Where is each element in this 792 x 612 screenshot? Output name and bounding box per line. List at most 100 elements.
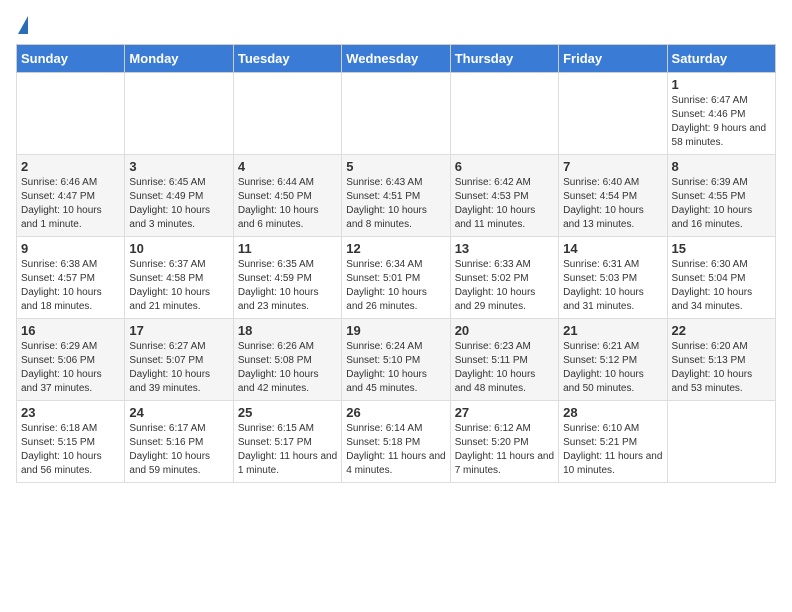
- day-info: Sunrise: 6:31 AM Sunset: 5:03 PM Dayligh…: [563, 258, 662, 314]
- calendar-day-cell: 13 Sunrise: 6:33 AM Sunset: 5:02 PM Dayli…: [450, 237, 558, 319]
- day-info: Sunrise: 6:42 AM Sunset: 4:53 PM Dayligh…: [455, 176, 554, 232]
- logo-triangle-icon: [18, 16, 28, 34]
- calendar-week-row: 16 Sunrise: 6:29 AM Sunset: 5:06 PM Dayli…: [17, 319, 776, 401]
- day-info: Sunrise: 6:47 AM Sunset: 4:46 PM Dayligh…: [672, 94, 771, 150]
- day-info: Sunrise: 6:17 AM Sunset: 5:16 PM Dayligh…: [129, 422, 228, 478]
- day-number: 10: [129, 241, 228, 256]
- day-info: Sunrise: 6:40 AM Sunset: 4:54 PM Dayligh…: [563, 176, 662, 232]
- day-info: Sunrise: 6:38 AM Sunset: 4:57 PM Dayligh…: [21, 258, 120, 314]
- day-number: 16: [21, 323, 120, 338]
- day-info: Sunrise: 6:35 AM Sunset: 4:59 PM Dayligh…: [238, 258, 337, 314]
- calendar-day-cell: 18 Sunrise: 6:26 AM Sunset: 5:08 PM Dayli…: [233, 319, 341, 401]
- day-number: 18: [238, 323, 337, 338]
- calendar-day-header: Friday: [559, 45, 667, 73]
- day-info: Sunrise: 6:26 AM Sunset: 5:08 PM Dayligh…: [238, 340, 337, 396]
- day-info: Sunrise: 6:33 AM Sunset: 5:02 PM Dayligh…: [455, 258, 554, 314]
- calendar-day-cell: 14 Sunrise: 6:31 AM Sunset: 5:03 PM Dayli…: [559, 237, 667, 319]
- day-number: 27: [455, 405, 554, 420]
- calendar-day-cell: 27 Sunrise: 6:12 AM Sunset: 5:20 PM Dayli…: [450, 401, 558, 483]
- day-number: 8: [672, 159, 771, 174]
- calendar-header-row: SundayMondayTuesdayWednesdayThursdayFrid…: [17, 45, 776, 73]
- day-number: 12: [346, 241, 445, 256]
- calendar-day-cell: 26 Sunrise: 6:14 AM Sunset: 5:18 PM Dayli…: [342, 401, 450, 483]
- day-number: 4: [238, 159, 337, 174]
- day-number: 6: [455, 159, 554, 174]
- calendar-day-cell: 23 Sunrise: 6:18 AM Sunset: 5:15 PM Dayli…: [17, 401, 125, 483]
- calendar-day-cell: 7 Sunrise: 6:40 AM Sunset: 4:54 PM Daylig…: [559, 155, 667, 237]
- day-info: Sunrise: 6:18 AM Sunset: 5:15 PM Dayligh…: [21, 422, 120, 478]
- calendar-week-row: 2Sunrise: 6:46 AM Sunset: 4:47 PM Daylig…: [17, 155, 776, 237]
- calendar-day-cell: 17 Sunrise: 6:27 AM Sunset: 5:07 PM Dayli…: [125, 319, 233, 401]
- day-number: 15: [672, 241, 771, 256]
- day-info: Sunrise: 6:46 AM Sunset: 4:47 PM Dayligh…: [21, 176, 120, 232]
- day-info: Sunrise: 6:34 AM Sunset: 5:01 PM Dayligh…: [346, 258, 445, 314]
- day-number: 21: [563, 323, 662, 338]
- day-info: Sunrise: 6:20 AM Sunset: 5:13 PM Dayligh…: [672, 340, 771, 396]
- day-number: 5: [346, 159, 445, 174]
- calendar-day-cell: 6 Sunrise: 6:42 AM Sunset: 4:53 PM Daylig…: [450, 155, 558, 237]
- day-number: 22: [672, 323, 771, 338]
- calendar-week-row: 1 Sunrise: 6:47 AM Sunset: 4:46 PM Daylig…: [17, 73, 776, 155]
- day-number: 23: [21, 405, 120, 420]
- calendar-day-cell: 20 Sunrise: 6:23 AM Sunset: 5:11 PM Dayli…: [450, 319, 558, 401]
- day-info: Sunrise: 6:21 AM Sunset: 5:12 PM Dayligh…: [563, 340, 662, 396]
- day-info: Sunrise: 6:12 AM Sunset: 5:20 PM Dayligh…: [455, 422, 554, 478]
- day-number: 20: [455, 323, 554, 338]
- calendar-day-cell: 16 Sunrise: 6:29 AM Sunset: 5:06 PM Dayli…: [17, 319, 125, 401]
- calendar-day-header: Tuesday: [233, 45, 341, 73]
- day-info: Sunrise: 6:14 AM Sunset: 5:18 PM Dayligh…: [346, 422, 445, 478]
- page-header: [16, 16, 776, 36]
- calendar-day-cell: 1 Sunrise: 6:47 AM Sunset: 4:46 PM Daylig…: [667, 73, 775, 155]
- calendar-day-cell: 22 Sunrise: 6:20 AM Sunset: 5:13 PM Dayli…: [667, 319, 775, 401]
- calendar-day-cell: 10 Sunrise: 6:37 AM Sunset: 4:58 PM Dayli…: [125, 237, 233, 319]
- day-number: 9: [21, 241, 120, 256]
- calendar-day-cell: [342, 73, 450, 155]
- day-number: 14: [563, 241, 662, 256]
- calendar-day-cell: 19Sunrise: 6:24 AM Sunset: 5:10 PM Dayli…: [342, 319, 450, 401]
- day-number: 13: [455, 241, 554, 256]
- calendar-day-cell: 9 Sunrise: 6:38 AM Sunset: 4:57 PM Daylig…: [17, 237, 125, 319]
- calendar-day-cell: [125, 73, 233, 155]
- calendar-day-cell: 21 Sunrise: 6:21 AM Sunset: 5:12 PM Dayli…: [559, 319, 667, 401]
- day-info: Sunrise: 6:39 AM Sunset: 4:55 PM Dayligh…: [672, 176, 771, 232]
- day-number: 11: [238, 241, 337, 256]
- calendar-day-cell: [450, 73, 558, 155]
- day-number: 28: [563, 405, 662, 420]
- day-info: Sunrise: 6:27 AM Sunset: 5:07 PM Dayligh…: [129, 340, 228, 396]
- calendar-day-header: Saturday: [667, 45, 775, 73]
- day-info: Sunrise: 6:37 AM Sunset: 4:58 PM Dayligh…: [129, 258, 228, 314]
- day-number: 17: [129, 323, 228, 338]
- day-info: Sunrise: 6:23 AM Sunset: 5:11 PM Dayligh…: [455, 340, 554, 396]
- calendar-table: SundayMondayTuesdayWednesdayThursdayFrid…: [16, 44, 776, 483]
- day-info: Sunrise: 6:15 AM Sunset: 5:17 PM Dayligh…: [238, 422, 337, 478]
- calendar-day-cell: 2Sunrise: 6:46 AM Sunset: 4:47 PM Daylig…: [17, 155, 125, 237]
- calendar-day-cell: 8 Sunrise: 6:39 AM Sunset: 4:55 PM Daylig…: [667, 155, 775, 237]
- day-number: 24: [129, 405, 228, 420]
- day-info: Sunrise: 6:29 AM Sunset: 5:06 PM Dayligh…: [21, 340, 120, 396]
- day-info: Sunrise: 6:30 AM Sunset: 5:04 PM Dayligh…: [672, 258, 771, 314]
- calendar-day-cell: 25 Sunrise: 6:15 AM Sunset: 5:17 PM Dayli…: [233, 401, 341, 483]
- day-info: Sunrise: 6:44 AM Sunset: 4:50 PM Dayligh…: [238, 176, 337, 232]
- calendar-day-header: Wednesday: [342, 45, 450, 73]
- day-number: 1: [672, 77, 771, 92]
- day-number: 25: [238, 405, 337, 420]
- day-number: 3: [129, 159, 228, 174]
- calendar-day-cell: [667, 401, 775, 483]
- calendar-day-cell: 24 Sunrise: 6:17 AM Sunset: 5:16 PM Dayli…: [125, 401, 233, 483]
- calendar-day-cell: [233, 73, 341, 155]
- day-info: Sunrise: 6:24 AM Sunset: 5:10 PM Dayligh…: [346, 340, 445, 396]
- calendar-week-row: 23 Sunrise: 6:18 AM Sunset: 5:15 PM Dayli…: [17, 401, 776, 483]
- calendar-day-header: Monday: [125, 45, 233, 73]
- day-number: 7: [563, 159, 662, 174]
- day-info: Sunrise: 6:45 AM Sunset: 4:49 PM Dayligh…: [129, 176, 228, 232]
- day-info: Sunrise: 6:43 AM Sunset: 4:51 PM Dayligh…: [346, 176, 445, 232]
- calendar-day-cell: [559, 73, 667, 155]
- calendar-day-cell: 15 Sunrise: 6:30 AM Sunset: 5:04 PM Dayli…: [667, 237, 775, 319]
- calendar-day-cell: 3 Sunrise: 6:45 AM Sunset: 4:49 PM Daylig…: [125, 155, 233, 237]
- calendar-day-cell: 28Sunrise: 6:10 AM Sunset: 5:21 PM Dayli…: [559, 401, 667, 483]
- calendar-day-header: Thursday: [450, 45, 558, 73]
- calendar-day-cell: 11 Sunrise: 6:35 AM Sunset: 4:59 PM Dayli…: [233, 237, 341, 319]
- calendar-day-cell: 4 Sunrise: 6:44 AM Sunset: 4:50 PM Daylig…: [233, 155, 341, 237]
- day-number: 26: [346, 405, 445, 420]
- calendar-day-cell: 12 Sunrise: 6:34 AM Sunset: 5:01 PM Dayli…: [342, 237, 450, 319]
